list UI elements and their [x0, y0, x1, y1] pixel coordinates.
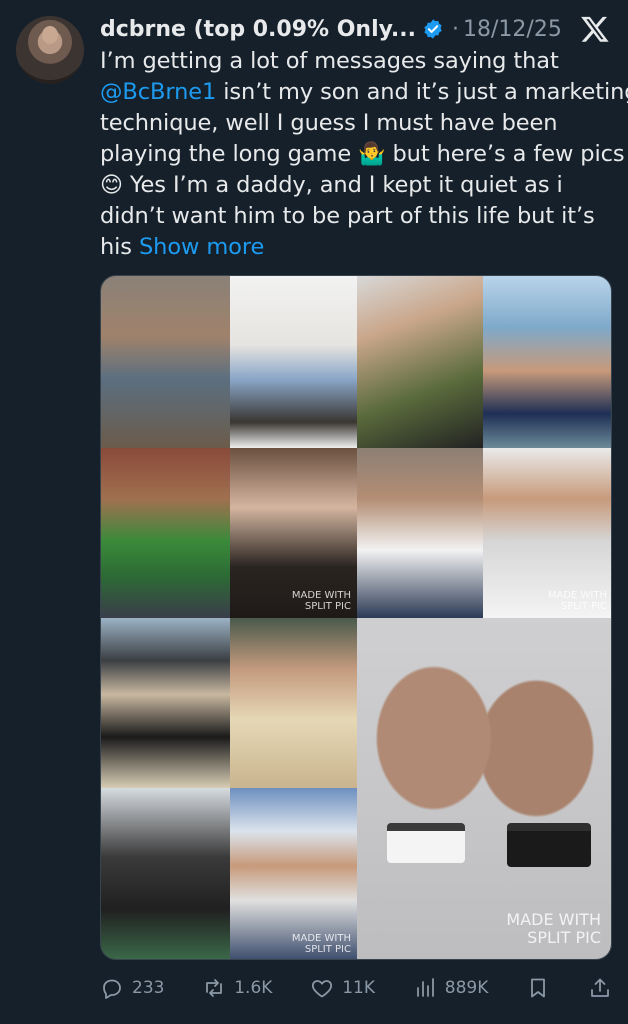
share-icon — [591, 978, 609, 997]
views-count: 889K — [444, 978, 489, 998]
tweet-line-text: isn’t my son and it’s just a marketing — [216, 79, 628, 105]
collage-photo[interactable] — [230, 276, 357, 448]
tweet-date[interactable]: 18/12/25 — [463, 17, 562, 42]
tweet-line: I’m getting a lot of messages saying tha… — [100, 48, 559, 74]
collage-photo[interactable] — [101, 276, 230, 448]
tweet-line: 😊 Yes I’m a daddy, and I kept it quiet a… — [100, 170, 612, 201]
tweet-line-text: Yes I’m a daddy, and I kept it quiet as … — [122, 172, 563, 198]
tweet-text: I’m getting a lot of messages saying tha… — [100, 46, 628, 263]
share-button[interactable] — [588, 976, 612, 1000]
reply-button[interactable]: 233 — [100, 976, 164, 1000]
repost-icon — [206, 979, 223, 997]
views-chart-icon — [416, 978, 434, 997]
black-underwear — [507, 823, 591, 867]
author-name[interactable]: dcbrne (top 0.09% Only... — [100, 17, 416, 42]
tweet-line: his Show more — [100, 232, 612, 263]
tweet-line-text: playing the long game — [100, 141, 359, 167]
collage-photo-large[interactable]: MADE WITH SPLIT PIC — [357, 618, 611, 959]
collage-photo[interactable] — [357, 448, 483, 618]
repost-count: 1.6K — [234, 978, 273, 998]
split-pic-watermark: MADE WITH SPLIT PIC — [291, 933, 351, 955]
x-logo-icon[interactable] — [580, 14, 610, 44]
tweet-line: technique, well I guess I must have been — [100, 110, 558, 136]
collage-photo[interactable] — [101, 618, 230, 788]
collage-photo[interactable] — [357, 276, 483, 448]
verified-badge-icon — [424, 19, 442, 39]
collage-photo[interactable] — [101, 788, 230, 959]
like-count: 11K — [342, 978, 375, 998]
collage-photo[interactable] — [483, 276, 611, 448]
bookmark-button[interactable] — [526, 976, 550, 1000]
split-pic-watermark: MADE WITH SPLIT PIC — [506, 910, 601, 947]
split-pic-watermark: MADE WITH SPLIT PIC — [547, 590, 607, 612]
tweet-line: @BcBrne1 isn’t my son and it’s just a ma… — [100, 77, 628, 108]
header-separator: · — [452, 16, 460, 42]
collage-photo[interactable] — [101, 448, 230, 618]
views-button[interactable]: 889K — [413, 976, 489, 1000]
reply-icon — [103, 979, 121, 999]
collage-photo[interactable]: MADE WITH SPLIT PIC — [230, 788, 357, 959]
heart-icon — [312, 980, 333, 998]
show-more-link[interactable]: Show more — [139, 234, 264, 260]
bookmark-icon — [531, 978, 546, 998]
collage-photo[interactable]: MADE WITH SPLIT PIC — [230, 448, 357, 618]
action-bar: 233 1.6K 11K 889K — [100, 972, 612, 1004]
tweet-line-text: but here’s a few pics — [385, 141, 625, 167]
avatar[interactable] — [16, 16, 84, 84]
mention-link[interactable]: @BcBrne1 — [100, 79, 216, 105]
photo-collage[interactable]: MADE WITH SPLIT PIC MADE WITH SPLIT PIC … — [100, 275, 612, 960]
shrug-emoji-icon: 🤷‍♂️ — [358, 142, 386, 167]
repost-button[interactable]: 1.6K — [202, 976, 272, 1000]
tweet-header: dcbrne (top 0.09% Only... · 18/12/25 — [100, 12, 612, 46]
smile-emoji-icon: 😊 — [100, 173, 123, 198]
white-underwear — [387, 823, 465, 863]
tweet-line: didn’t want him to be part of this life … — [100, 203, 595, 229]
tweet-line: playing the long game 🤷‍♂️ but here’s a … — [100, 139, 625, 170]
collage-photo[interactable] — [230, 618, 357, 788]
tweet[interactable]: dcbrne (top 0.09% Only... · 18/12/25 I’m… — [0, 0, 628, 1024]
collage-photo[interactable]: MADE WITH SPLIT PIC — [483, 448, 611, 618]
tweet-line-text: his — [100, 234, 139, 260]
like-button[interactable]: 11K — [310, 976, 375, 1000]
reply-count: 233 — [132, 978, 165, 998]
split-pic-watermark: MADE WITH SPLIT PIC — [291, 590, 351, 612]
